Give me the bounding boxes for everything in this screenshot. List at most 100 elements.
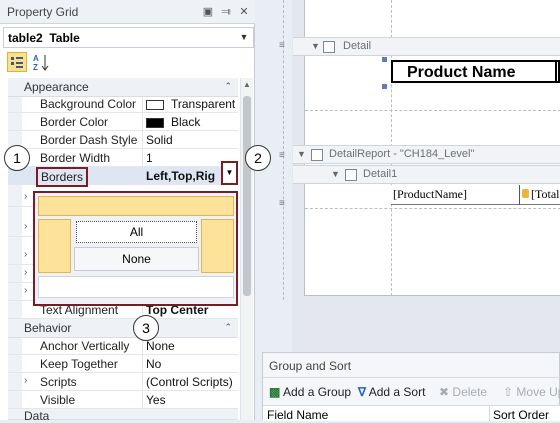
chevron-down-icon[interactable]: ▼ [238, 30, 250, 44]
object-name: table2 [8, 31, 43, 45]
database-field-icon [522, 189, 529, 198]
detail-table-row[interactable]: [ProductName] [Total [391, 185, 560, 205]
band-detail-header[interactable]: ▼ Detail [293, 37, 560, 56]
move-up-icon: ⇧ [503, 385, 514, 399]
delete-button[interactable]: ✖ Delete [439, 385, 487, 399]
prop-label: Border Color [40, 115, 109, 129]
no-borders-button[interactable]: None [74, 247, 199, 271]
prop-row-scripts[interactable]: › Scripts (Control Scripts) [8, 373, 238, 391]
divider [142, 113, 143, 131]
category-behavior[interactable]: Behavior ⌃ [8, 319, 238, 338]
alphabetical-view-button[interactable]: A Z [31, 52, 51, 72]
prop-value[interactable]: 1 [146, 151, 153, 165]
expand-icon[interactable]: › [24, 249, 27, 260]
band-label: DetailReport - "CH184_Level" [329, 148, 475, 160]
field-product-name[interactable]: [ProductName] [393, 187, 467, 202]
table-header-cell[interactable]: Product Name T [391, 60, 560, 83]
scroll-thumb[interactable] [243, 96, 251, 296]
prop-row-borders[interactable]: Borders Left,Top,Rig ▼ [8, 161, 238, 187]
prop-label: Anchor Vertically [40, 339, 130, 353]
band-guide [305, 110, 560, 111]
divider [142, 167, 143, 185]
left-border-toggle[interactable] [38, 219, 71, 273]
band-icon [345, 169, 357, 181]
window-position-icon[interactable]: ▣ [202, 6, 214, 18]
svg-text:A: A [33, 54, 39, 63]
add-group-label: Add a Group [283, 385, 352, 399]
expand-icon[interactable]: › [24, 267, 27, 278]
grid-toolbar: A Z [3, 50, 254, 74]
divider [142, 373, 143, 391]
band-label: Detail [343, 40, 372, 52]
selection-handle[interactable] [382, 84, 387, 89]
collapse-icon[interactable]: ⌃ [224, 322, 232, 333]
prop-label: Keep Together [40, 357, 118, 371]
vertical-scrollbar[interactable]: ▲ [240, 78, 253, 420]
add-sort-icon: ∇ [358, 385, 367, 399]
prop-value[interactable]: Left,Top,Rig [146, 169, 215, 183]
splitter-grip-icon[interactable]: ≡ [279, 150, 285, 161]
prop-value-text: Transparent [171, 97, 236, 111]
category-label: Appearance [24, 80, 89, 94]
panel-title-bar: Property Grid ▣ ⫥ ✕ [0, 0, 255, 24]
add-group-button[interactable]: ▩ Add a Group [269, 385, 351, 399]
prop-row-visible[interactable]: Visible Yes [8, 391, 238, 409]
group-sort-panel: Group and Sort ▩ Add a Group ∇ Add a Sor… [262, 352, 560, 422]
selection-handle[interactable] [382, 57, 387, 62]
categorized-icon [11, 57, 23, 68]
prop-value[interactable]: No [146, 357, 161, 371]
splitter-grip-icon[interactable]: ≡ [279, 198, 285, 209]
right-border-toggle[interactable] [201, 219, 234, 273]
move-up-label: Move Up [516, 385, 560, 399]
band-detailreport-header[interactable]: ▼ DetailReport - "CH184_Level" [293, 145, 560, 164]
prop-label: Border Dash Style [40, 133, 138, 147]
all-borders-button[interactable]: All [76, 221, 197, 243]
expand-icon[interactable]: › [24, 191, 27, 202]
top-border-toggle[interactable] [38, 196, 234, 216]
borders-label-highlighted: Borders [36, 167, 89, 187]
collapse-band-icon[interactable]: ▼ [297, 149, 306, 159]
prop-row-anchor-vertically[interactable]: Anchor Vertically None [8, 337, 238, 355]
prop-value[interactable]: None [146, 339, 175, 353]
cell-divider [555, 62, 557, 81]
scroll-up-icon[interactable]: ▲ [241, 80, 253, 89]
band-detail1-header[interactable]: ▼ Detail1 [293, 165, 560, 184]
expand-icon[interactable]: › [24, 375, 27, 386]
object-selector[interactable]: table2 Table ▼ [3, 27, 254, 48]
callout-3: 3 [133, 315, 159, 341]
borders-dropdown-button[interactable]: ▼ [221, 161, 238, 185]
collapse-band-icon[interactable]: ▼ [311, 41, 320, 51]
sort-az-icon: A Z [33, 54, 49, 72]
collapse-band-icon[interactable]: ▼ [331, 169, 340, 179]
divider [142, 355, 143, 373]
selected-object-name: table2 Table [8, 31, 80, 45]
expand-icon[interactable]: › [24, 221, 27, 232]
move-up-button[interactable]: ⇧ Move Up [503, 385, 560, 399]
color-swatch [146, 100, 164, 110]
pin-icon[interactable]: ⫥ [220, 6, 232, 18]
prop-value[interactable]: (Control Scripts) [146, 375, 233, 389]
delete-label: Delete [452, 385, 488, 399]
category-data[interactable]: Data [8, 409, 238, 423]
prop-row-border-dash-style[interactable]: Border Dash Style Solid [8, 131, 238, 149]
object-type: Table [49, 31, 80, 45]
prop-value[interactable]: Yes [146, 393, 166, 407]
add-sort-button[interactable]: ∇ Add a Sort [358, 385, 425, 399]
band-label: Detail1 [363, 168, 398, 180]
prop-label: Background Color [40, 97, 137, 111]
prop-row-keep-together[interactable]: Keep Together No [8, 355, 238, 373]
add-group-icon: ▩ [269, 385, 281, 399]
field-total[interactable]: [Total [531, 187, 559, 202]
categorized-view-button[interactable] [7, 52, 27, 72]
splitter-grip-icon[interactable]: ≡ [279, 40, 285, 51]
collapse-icon[interactable]: ⌃ [224, 81, 232, 92]
prop-row-background-color[interactable]: Background Color Transparent [8, 95, 238, 113]
expand-icon[interactable]: › [24, 285, 27, 296]
prop-row-border-color[interactable]: Border Color Black [8, 113, 238, 131]
divider [142, 391, 143, 409]
prop-row-border-width[interactable]: Border Width 1 [8, 149, 238, 167]
bottom-border-toggle[interactable] [38, 276, 234, 298]
close-icon[interactable]: ✕ [238, 6, 250, 18]
prop-value[interactable]: Solid [146, 133, 173, 147]
vertical-ruler: ≡ ≡ ≡ [276, 0, 292, 300]
